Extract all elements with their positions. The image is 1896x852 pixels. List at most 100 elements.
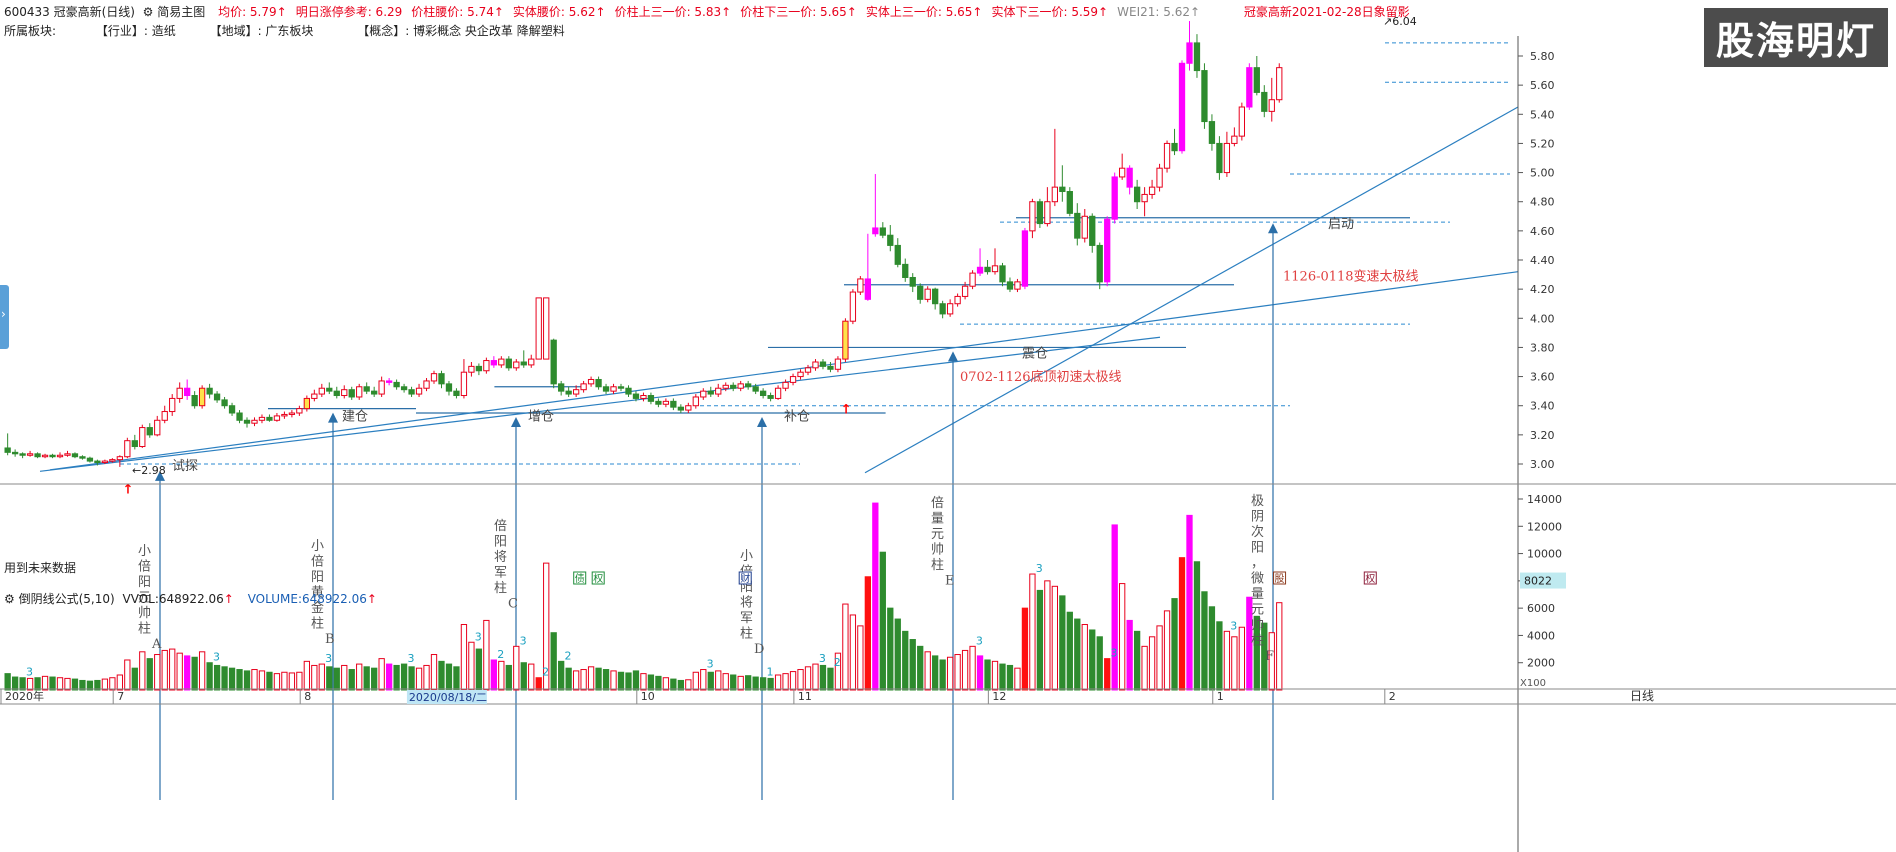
volume-bar — [139, 651, 146, 691]
candle-body — [535, 297, 542, 360]
volume-bar — [984, 659, 991, 691]
volume-count-label: 3 — [976, 634, 983, 647]
price-tick-label: 4.60 — [1530, 225, 1555, 238]
indicator-item: 均价: 5.79↑ — [218, 5, 287, 19]
candle-body — [311, 393, 318, 399]
board-label: 所属板块: — [4, 24, 57, 38]
indicator-item: 实体上三一价: 5.65↑ — [865, 5, 983, 19]
volume-bar — [258, 670, 266, 691]
volume-bar — [722, 673, 729, 691]
volume-bar — [857, 625, 864, 691]
main-chart-selector[interactable]: ⚙ 简易主图 — [139, 5, 206, 19]
vertical-annotation-char: 柱 — [138, 622, 151, 637]
candle-body — [722, 384, 729, 389]
industry-info[interactable]: 【行业】: 造纸 — [96, 24, 176, 38]
candle-body — [184, 387, 191, 397]
candle-body — [356, 386, 363, 398]
date-tick-label: 2020年 — [5, 689, 44, 703]
candle-body — [849, 291, 857, 322]
candle-body — [789, 376, 797, 383]
candle-body — [266, 416, 273, 421]
candle-body — [812, 361, 819, 369]
volume-bar — [767, 677, 774, 691]
side-panel-toggle[interactable] — [0, 285, 9, 349]
indicator-bar: 600433 冠豪高新(日线) ⚙ 简易主图 均价: 5.79↑ 明日涨停参考: … — [4, 3, 1410, 20]
vertical-annotation-char: 将 — [494, 550, 507, 565]
candle-body — [670, 400, 677, 408]
vertical-annotation-char: 帅 — [138, 606, 151, 621]
volume-bar — [752, 676, 759, 691]
volume-bar — [445, 663, 453, 691]
volume-bar — [1231, 636, 1238, 691]
period-label: 日线 — [1630, 689, 1654, 703]
volume-bar — [385, 663, 393, 691]
volume-bar — [909, 639, 916, 691]
candle-body — [475, 365, 483, 372]
candle-body — [408, 389, 415, 395]
vertical-annotation-char: 柱 — [931, 558, 944, 573]
volume-bar — [213, 664, 221, 691]
volume-bar — [498, 660, 505, 691]
price-tick-label: 3.60 — [1530, 371, 1555, 384]
vertical-annotation-char: 量 — [1251, 587, 1264, 602]
volume-bar — [505, 664, 512, 691]
volume-bar — [610, 670, 617, 691]
candle-body — [999, 265, 1006, 283]
volume-tick-label: 14000 — [1527, 493, 1562, 506]
price-tick-label: 4.00 — [1530, 312, 1555, 325]
candle-body — [1193, 42, 1201, 72]
candle-body — [1074, 212, 1081, 239]
volume-bar — [378, 658, 385, 691]
vertical-annotation-char: 元 — [931, 527, 944, 542]
volume-bar — [1111, 524, 1118, 691]
volume-bar — [236, 669, 243, 691]
candle-body — [273, 415, 281, 421]
phase-label: 建仓 — [342, 409, 368, 424]
candle-body — [468, 365, 475, 373]
candle-body — [430, 373, 438, 382]
candle-body — [161, 411, 168, 421]
candle-body — [872, 227, 879, 235]
date-tick-label: 2 — [1389, 690, 1396, 703]
candle-body — [610, 386, 617, 392]
candle-body — [101, 460, 109, 464]
volume-bar — [490, 659, 498, 691]
candle-body — [1126, 167, 1133, 188]
vertical-annotation-char: 柱 — [740, 627, 753, 642]
candle-body — [782, 381, 789, 389]
candle-body — [1081, 215, 1088, 239]
candle-body — [206, 387, 213, 395]
indicator-item: 价柱下三一价: 5.65↑ — [740, 5, 857, 19]
phase-label: 启动 — [1328, 217, 1354, 232]
volume-bar — [1074, 618, 1081, 691]
volume-bar — [819, 664, 827, 691]
formula-name[interactable]: ⚙ 倒阴线公式(5,10) — [4, 592, 115, 606]
volume-count-label: 3 — [213, 651, 220, 664]
volume-bar — [1171, 598, 1178, 691]
volume-bar — [184, 655, 191, 691]
volume-tick-label: 4000 — [1527, 629, 1555, 642]
volume-bar — [902, 630, 909, 691]
volume-bar — [296, 671, 303, 691]
volume-bar — [550, 632, 557, 691]
kline-chart[interactable]: 33 3 332322313 23333试探建仓 增仓 补仓震仓启动0702-1126底顶… — [0, 0, 1896, 852]
volume-bar — [11, 676, 19, 691]
candle-body — [625, 387, 632, 395]
volume-bar — [625, 672, 632, 691]
candle-body — [385, 380, 393, 383]
candle-body — [1029, 201, 1036, 232]
volume-bar — [191, 656, 198, 691]
concept-info[interactable]: 【概念】: 博彩概念 央企改革 降解塑料 — [357, 24, 565, 38]
region-info[interactable]: 【地域】: 广东板块 — [210, 24, 314, 38]
candle-body — [909, 276, 916, 287]
candle-body — [677, 406, 685, 411]
date-tick-label: 11 — [798, 690, 812, 703]
volume-count-label: 3 — [1036, 562, 1043, 575]
vertical-annotation-char: 倍 — [138, 560, 151, 575]
candle-body — [1223, 142, 1231, 174]
top-note: 冠豪高新2021-02-28日象留影 — [1243, 5, 1410, 19]
candle-body — [543, 297, 550, 360]
volume-bar — [670, 678, 677, 691]
candle-body — [4, 447, 11, 453]
volume-bar — [879, 551, 886, 691]
